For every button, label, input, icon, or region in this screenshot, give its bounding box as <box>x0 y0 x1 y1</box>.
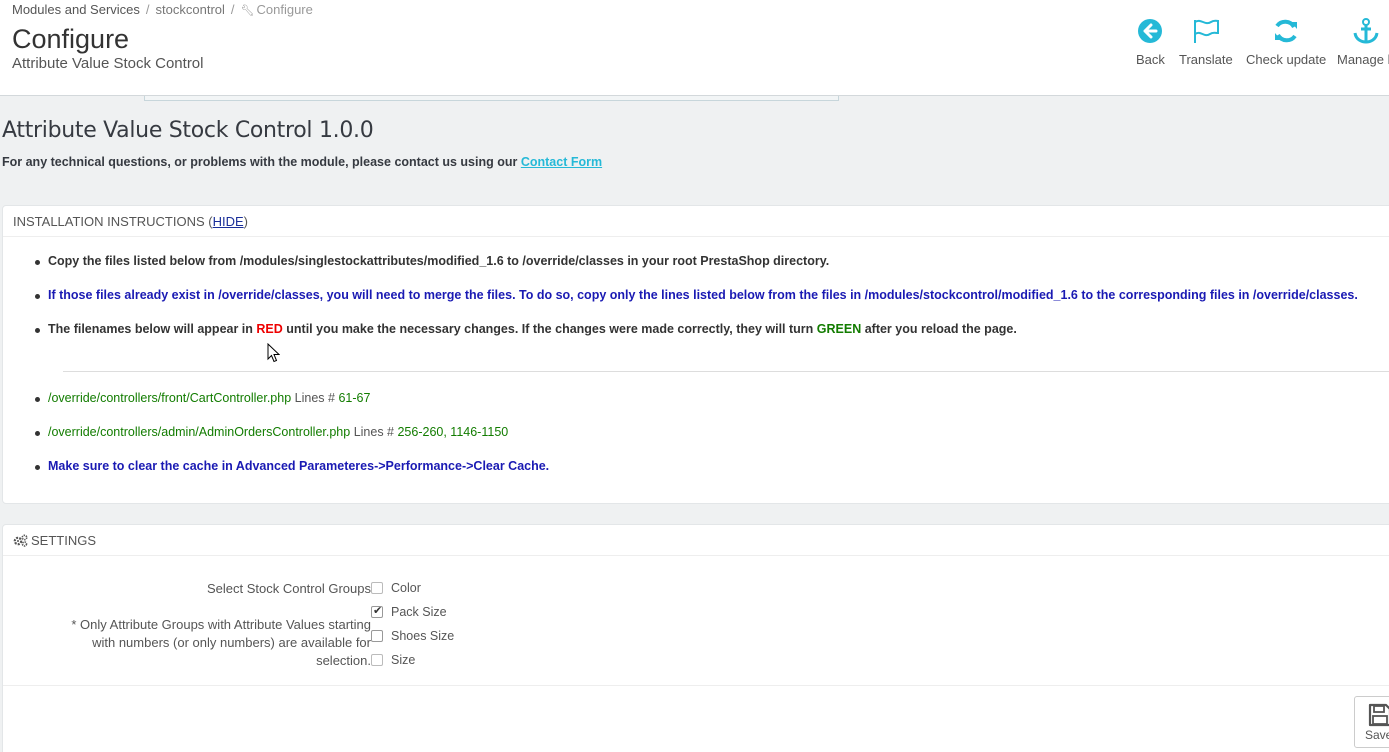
page-title: Configure <box>12 24 130 54</box>
wrench-icon: 🔧︎ <box>240 5 255 17</box>
item3-text-b: until you make the necessary changes. If… <box>282 322 817 336</box>
floppy-disk-icon <box>1368 703 1389 727</box>
checkbox-box[interactable] <box>371 630 383 642</box>
breadcrumb-current-label: Configure <box>256 2 313 17</box>
anchor-icon <box>1353 18 1379 44</box>
cogs-icon <box>13 534 28 547</box>
checkbox-box[interactable] <box>371 654 383 666</box>
breadcrumb-modules-link[interactable]: Modules and Services <box>12 2 140 17</box>
list-item: The filenames below will appear in RED u… <box>35 322 1017 336</box>
refresh-icon <box>1275 19 1298 43</box>
translate-button[interactable]: Translate <box>1179 18 1233 67</box>
breadcrumb-separator: / <box>230 2 235 17</box>
lines-label: Lines # <box>350 425 398 439</box>
cache-note: Make sure to clear the cache in Advanced… <box>34 459 550 473</box>
back-label: Back <box>1136 52 1165 67</box>
page-header: Modules and Services / stockcontrol / 🔧︎ Conf… <box>0 0 1389 96</box>
help-text: * Only Attribute Groups with Attribute V… <box>71 616 371 670</box>
check-update-button[interactable]: Check update <box>1246 18 1326 67</box>
breadcrumb: Modules and Services / stockcontrol / 🔧︎ Conf… <box>12 2 313 17</box>
help-line: * Only Attribute Groups with Attribute V… <box>71 617 371 632</box>
save-label: Save <box>1365 728 1389 742</box>
checkbox-label: Shoes Size <box>391 629 455 643</box>
item3-green: GREEN <box>816 322 862 336</box>
page-subtitle: Attribute Value Stock Control <box>12 55 204 72</box>
manage-hooks-button[interactable]: Manage h <box>1337 18 1389 67</box>
breadcrumb-current: 🔧︎ Configure <box>241 2 313 17</box>
checkbox-size[interactable]: Size <box>371 653 415 667</box>
translate-label: Translate <box>1179 52 1233 67</box>
checkbox-label: Size <box>391 653 416 667</box>
back-button[interactable]: Back <box>1136 18 1165 67</box>
file-lines: 61-67 <box>338 391 371 405</box>
file-path: /override/controllers/admin/AdminOrdersC… <box>48 425 351 439</box>
installation-instructions-panel: INSTALLATION INSTRUCTIONS (HIDE) Copy th… <box>2 205 1389 504</box>
flag-icon <box>1193 19 1219 43</box>
file-lines: 256-260, 1146-1150 <box>397 425 509 439</box>
file-item: /override/controllers/front/CartControll… <box>34 391 371 405</box>
list-item: Copy the files listed below from /module… <box>34 254 830 268</box>
list-item: If those files already exist in /overrid… <box>35 288 1358 302</box>
instructions-heading-label: INSTALLATION INSTRUCTIONS ( <box>13 214 213 229</box>
checkbox-box[interactable] <box>371 604 383 618</box>
module-title: Attribute Value Stock Control 1.0.0 <box>2 118 374 143</box>
help-line: selection. <box>316 653 371 668</box>
settings-heading: SETTINGS <box>3 525 1389 556</box>
item3-text-a: The filenames below will appear in <box>48 322 257 336</box>
divider <box>63 371 1389 372</box>
breadcrumb-separator: / <box>145 2 150 17</box>
checkbox-label: Color <box>391 581 421 595</box>
checkbox-label: Pack Size <box>391 605 447 619</box>
contact-text: For any technical questions, or problems… <box>2 155 521 169</box>
lines-label: Lines # <box>291 391 339 405</box>
file-path: /override/controllers/front/CartControll… <box>48 391 292 405</box>
tab-strip <box>144 96 839 101</box>
item3-red: RED <box>256 322 283 336</box>
save-button[interactable]: Save <box>1354 696 1389 748</box>
settings-panel: SETTINGS Select Stock Control Groups * O… <box>2 524 1389 752</box>
checkbox-shoes-size[interactable]: Shoes Size <box>371 629 454 643</box>
check-update-label: Check update <box>1246 52 1327 67</box>
module-contact-text: For any technical questions, or problems… <box>2 155 602 169</box>
panel-footer-divider <box>3 685 1389 686</box>
item3-text-c: after you reload the page. <box>861 322 1017 336</box>
hide-instructions-link[interactable]: HIDE <box>213 214 244 229</box>
file-item: /override/controllers/admin/AdminOrdersC… <box>34 425 509 439</box>
settings-heading-label: SETTINGS <box>31 533 97 548</box>
instructions-heading: INSTALLATION INSTRUCTIONS (HIDE) <box>3 206 1389 237</box>
back-arrow-icon <box>1138 19 1163 43</box>
manage-hooks-label: Manage h <box>1337 52 1389 67</box>
mouse-cursor-icon <box>267 343 280 363</box>
contact-form-link[interactable]: Contact Form <box>521 155 602 169</box>
checkbox-pack-size[interactable]: Pack Size <box>371 604 447 619</box>
checkbox-color[interactable]: Color <box>371 581 421 595</box>
stock-control-groups-label: Select Stock Control Groups <box>206 581 371 596</box>
heading-close-paren: ) <box>243 214 248 229</box>
checkbox-box[interactable] <box>371 582 383 594</box>
help-line: with numbers (or only numbers) are avail… <box>92 635 371 650</box>
breadcrumb-module-link[interactable]: stockcontrol <box>156 2 225 17</box>
